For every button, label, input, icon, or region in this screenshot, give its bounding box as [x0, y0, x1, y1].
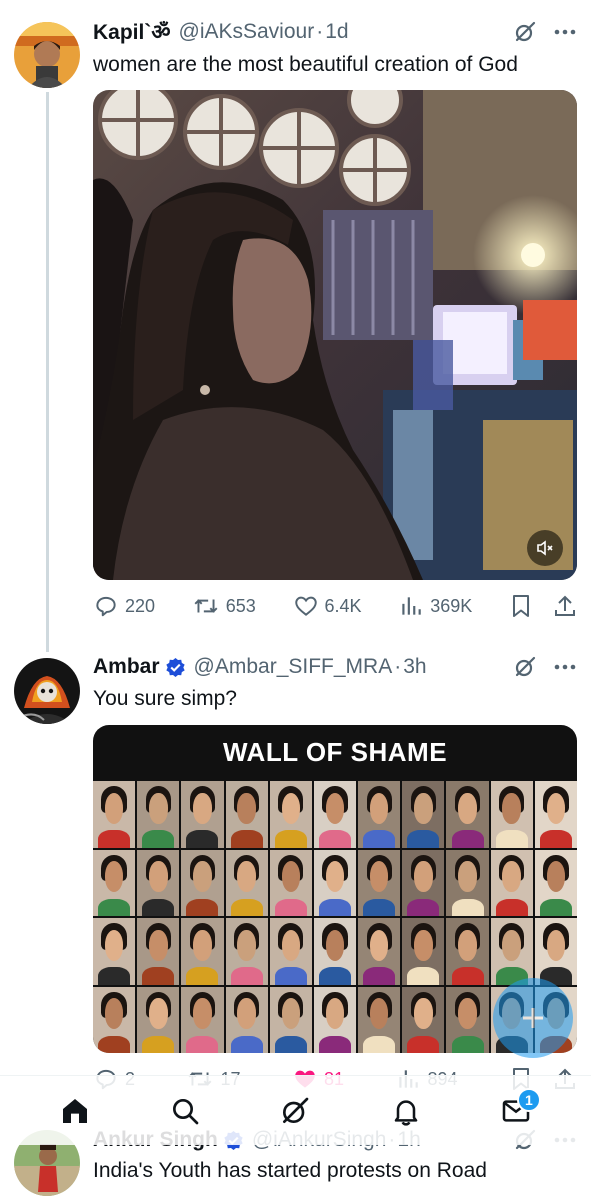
- share-icon[interactable]: [553, 593, 577, 619]
- like-button[interactable]: 6.4K: [293, 593, 362, 619]
- views-button[interactable]: 369K: [398, 593, 472, 619]
- like-count: 6.4K: [324, 595, 362, 616]
- portrait-thumbnail: [313, 918, 357, 985]
- notification-badge: 1: [516, 1087, 541, 1112]
- portrait-thumbnail: [137, 986, 180, 1053]
- author-handle[interactable]: @Ambar_SIFF_MRA: [194, 655, 393, 679]
- nav-search[interactable]: [160, 1086, 210, 1136]
- separator-dot: ·: [316, 20, 324, 43]
- portrait-thumbnail: [358, 918, 401, 985]
- portrait-thumbnail: [225, 849, 268, 916]
- tweet-text: women are the most beautiful creation of…: [93, 53, 518, 76]
- reply-count: 220: [125, 595, 156, 616]
- portrait-thumbnail: [402, 986, 445, 1053]
- nav-home[interactable]: [50, 1086, 100, 1136]
- portrait-thumbnail: [534, 781, 577, 848]
- author-name[interactable]: Kapil`ॐ: [93, 18, 171, 46]
- separator-dot: ·: [394, 655, 402, 678]
- more-options-icon[interactable]: [553, 28, 577, 36]
- timestamp[interactable]: 3h: [403, 655, 426, 679]
- repost-icon: [194, 599, 218, 613]
- portrait-thumbnail: [446, 918, 489, 985]
- portrait-thumbnail: [313, 986, 357, 1053]
- tweet-actions: 220 653 6.4K 369K: [93, 591, 577, 621]
- portrait-thumbnail: [446, 986, 489, 1053]
- bottom-nav: 1: [0, 1075, 591, 1145]
- reply-icon: [96, 596, 116, 617]
- grok-icon[interactable]: [513, 655, 537, 679]
- portrait-thumbnail: [137, 918, 180, 985]
- portrait-thumbnail: [402, 781, 445, 848]
- portrait-thumbnail: [269, 849, 312, 916]
- portrait-thumbnail: [269, 986, 312, 1053]
- portrait-thumbnail: [402, 849, 445, 916]
- repost-count: 653: [225, 595, 256, 616]
- header-actions: [513, 20, 577, 44]
- views-icon: [402, 597, 421, 615]
- avatar[interactable]: [14, 658, 80, 724]
- reply-button[interactable]: 220: [93, 593, 155, 619]
- secondary-actions: [509, 593, 577, 619]
- bookmark-icon[interactable]: [509, 593, 533, 619]
- tweet-header: Kapil`ॐ @iAKsSaviour · 1d: [93, 17, 577, 47]
- portrait-thumbnail: [402, 918, 445, 985]
- portrait-thumbnail: [490, 918, 533, 985]
- portrait-thumbnail: [534, 918, 577, 985]
- portrait-thumbnail: [446, 781, 489, 848]
- timestamp[interactable]: 1d: [325, 20, 348, 44]
- grok-icon: [283, 1097, 309, 1123]
- author-name[interactable]: Ambar: [93, 655, 160, 679]
- tweet-text: You sure simp?: [93, 687, 237, 710]
- avatar[interactable]: [14, 22, 80, 88]
- plus-icon: [523, 1008, 543, 1028]
- nav-messages[interactable]: 1: [491, 1086, 541, 1136]
- portrait-thumbnail: [181, 986, 224, 1053]
- portrait-thumbnail: [490, 781, 533, 848]
- author-handle[interactable]: @iAKsSaviour: [179, 20, 315, 44]
- portrait-thumbnail: [181, 849, 224, 916]
- search-icon: [173, 1098, 199, 1124]
- verified-badge-icon: [165, 657, 186, 678]
- portrait-thumbnail: [446, 849, 489, 916]
- image-title: WALL OF SHAME: [222, 737, 448, 767]
- heart-icon: [294, 596, 317, 616]
- portrait-thumbnail: [137, 849, 180, 916]
- portrait-thumbnail: [490, 849, 533, 916]
- more-options-icon[interactable]: [553, 663, 577, 671]
- portrait-thumbnail: [225, 781, 268, 848]
- repost-button[interactable]: 653: [192, 593, 256, 619]
- tweet-header: Ambar @Ambar_SIFF_MRA · 3h: [93, 652, 577, 682]
- tweet-1[interactable]: Kapil`ॐ @iAKsSaviour · 1d women are the …: [0, 0, 591, 640]
- portrait-thumbnail: [358, 849, 401, 916]
- nav-notifications[interactable]: [381, 1086, 431, 1136]
- portrait-thumbnail: [225, 918, 268, 985]
- portrait-thumbnail: [181, 781, 224, 848]
- portrait-thumbnail: [534, 849, 577, 916]
- thread-connector: [46, 92, 49, 652]
- portrait-thumbnail: [225, 986, 268, 1053]
- portrait-thumbnail: [358, 781, 401, 848]
- nav-grok[interactable]: [270, 1086, 320, 1136]
- header-actions: [513, 655, 577, 679]
- grok-icon[interactable]: [513, 20, 537, 44]
- views-count: 369K: [430, 595, 473, 616]
- tweet-video[interactable]: [93, 90, 577, 580]
- portrait-thumbnail: [269, 918, 312, 985]
- portrait-thumbnail: [358, 986, 401, 1053]
- portrait-thumbnail: [137, 781, 180, 848]
- tweet-text: India's Youth has started protests on Ro…: [93, 1159, 487, 1182]
- compose-button[interactable]: [493, 978, 573, 1058]
- portrait-thumbnail: [93, 849, 136, 916]
- portrait-thumbnail: [181, 918, 224, 985]
- portrait-thumbnail: [93, 986, 136, 1053]
- portrait-thumbnail: [269, 781, 312, 848]
- portrait-thumbnail: [313, 781, 357, 848]
- portrait-thumbnail: [93, 781, 136, 848]
- mute-icon[interactable]: [527, 530, 563, 566]
- bell-icon: [394, 1099, 417, 1126]
- home-icon: [63, 1098, 88, 1123]
- portrait-thumbnail: [313, 849, 357, 916]
- portrait-thumbnail: [93, 918, 136, 985]
